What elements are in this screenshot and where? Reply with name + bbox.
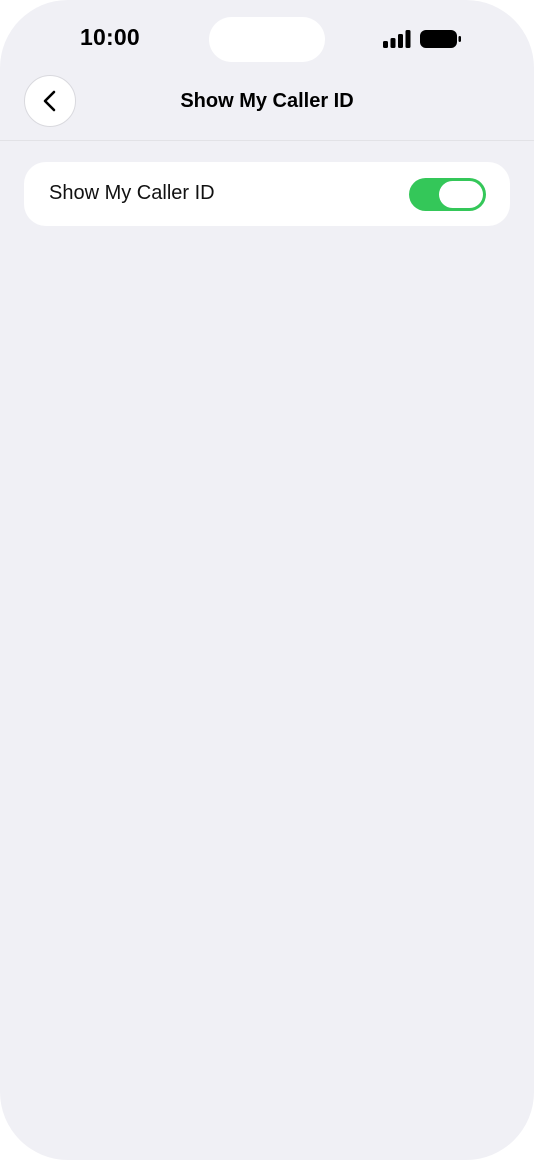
page-title: Show My Caller ID <box>180 90 354 112</box>
dynamic-island <box>209 17 325 62</box>
navigation-bar: Show My Caller ID <box>0 70 534 141</box>
phone-screen: 10:00 Show My Caller ID Show My Caller I… <box>0 0 534 1160</box>
battery-icon <box>420 30 461 48</box>
cellular-signal-icon <box>383 30 411 48</box>
settings-card: Show My Caller ID <box>24 162 510 226</box>
status-bar: 10:00 <box>0 0 534 70</box>
caller-id-toggle[interactable] <box>409 178 486 211</box>
toggle-knob <box>439 181 483 208</box>
caller-id-label: Show My Caller ID <box>49 182 215 204</box>
status-time: 10:00 <box>80 24 140 50</box>
